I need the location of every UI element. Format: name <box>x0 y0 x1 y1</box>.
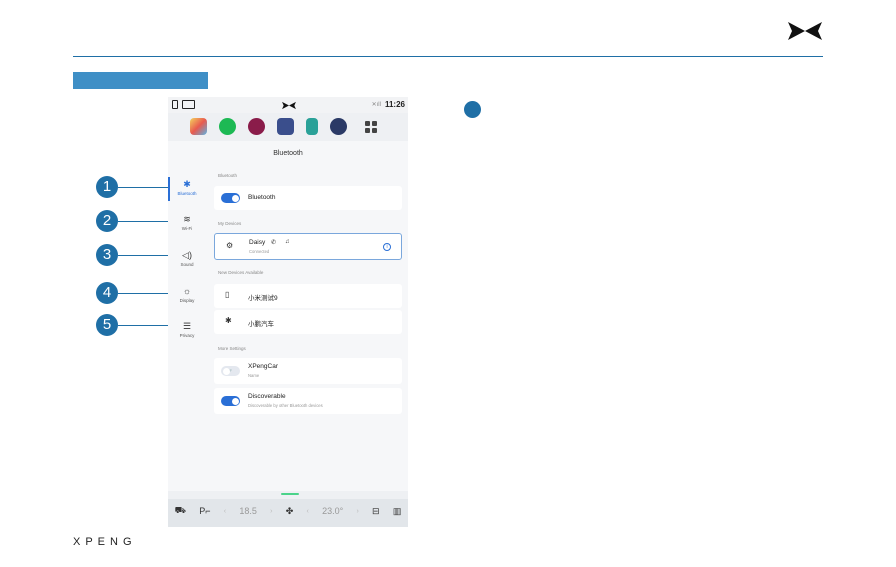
app-dock <box>190 118 377 135</box>
active-indicator <box>168 177 170 201</box>
section-label-more: More Settings <box>218 346 246 351</box>
device-status: Connected <box>249 249 270 254</box>
page-title: Bluetooth <box>273 150 303 157</box>
apps-grid-icon[interactable] <box>365 120 377 133</box>
discoverable-row[interactable]: Discoverable Discoverable by other Bluet… <box>214 388 402 414</box>
sidebar-item-bluetooth[interactable]: ✱ Bluetooth <box>168 177 206 201</box>
speaker-icon: ◁) <box>182 250 192 260</box>
phone-icon: ✆ <box>271 240 277 246</box>
temp-right-increase[interactable]: › <box>356 508 358 515</box>
footer-wordmark: XPENG <box>73 536 137 548</box>
signal-icon: ✕ıll <box>371 102 381 108</box>
callout-5: 5 <box>96 314 118 336</box>
xpeng-x-icon <box>788 22 822 40</box>
temp-left-decrease[interactable]: ‹ <box>224 508 226 515</box>
callout-3-line <box>118 255 168 256</box>
callout-3: 3 <box>96 244 118 266</box>
step-marker-dot <box>464 101 481 118</box>
sidebar-item-label: Wi-Fi <box>181 226 193 231</box>
device-screen: ✕ıll 11:26 Bluetooth ✱ Bluetooth ≋ Wi-Fi… <box>168 97 408 527</box>
sidebar-item-label: Privacy <box>179 333 195 338</box>
section-tab <box>73 72 208 89</box>
status-bar: ✕ıll 11:26 <box>168 97 408 113</box>
seat-icon[interactable]: P⌐ <box>199 506 210 516</box>
device-name: Daisy <box>249 239 266 246</box>
header-divider <box>73 56 823 57</box>
row-subtitle: Name <box>248 373 260 378</box>
spotify-app-icon[interactable] <box>219 118 236 135</box>
battery-icon <box>182 100 195 109</box>
callout-2: 2 <box>96 210 118 232</box>
status-indicator-icon <box>172 100 178 109</box>
document-icon: ☰ <box>182 321 192 331</box>
sidebar-item-display[interactable]: ☼ Display <box>168 286 206 303</box>
phone-device-icon: ▯ <box>225 290 230 299</box>
callout-1: 1 <box>96 176 118 198</box>
temp-left-increase[interactable]: › <box>270 508 272 515</box>
off-badge-text: OFF <box>224 368 232 373</box>
row-title: XPengCar <box>248 363 278 370</box>
sun-icon: ☼ <box>182 286 192 296</box>
info-icon[interactable]: i <box>383 243 391 251</box>
callout-1-line <box>118 187 168 188</box>
row-subtitle: Discoverable by other Bluetooth devices <box>248 403 323 408</box>
drawer-handle[interactable] <box>281 493 299 495</box>
bluetooth-icon: ✱ <box>183 179 191 189</box>
device-name: 小鹏汽车 <box>248 321 274 328</box>
fan-icon[interactable]: ✤ <box>286 506 294 517</box>
callout-4: 4 <box>96 282 118 304</box>
bluetooth-device-icon: ✱ <box>225 316 232 325</box>
phone-app-icon[interactable] <box>306 118 318 135</box>
left-temperature: 18.5 <box>239 506 257 516</box>
status-time: 11:26 <box>384 100 405 109</box>
right-temperature: 23.0° <box>322 506 344 516</box>
available-device-row[interactable]: ✱ 小鹏汽车 <box>214 310 402 334</box>
section-label-bluetooth: Bluetooth <box>218 173 238 178</box>
section-label-my-devices: My Devices <box>218 221 242 226</box>
camera-app-icon[interactable] <box>330 118 347 135</box>
callout-5-line <box>118 325 168 326</box>
bluetooth-toggle[interactable] <box>221 193 240 203</box>
sidebar-item-sound[interactable]: ◁) Sound <box>168 250 206 267</box>
row-title: Discoverable <box>248 393 286 400</box>
sidebar-item-privacy[interactable]: ☰ Privacy <box>168 321 206 338</box>
sidebar-item-label: Sound <box>180 262 194 267</box>
available-device-row[interactable]: ▯ 小米测试9 <box>214 284 402 308</box>
discoverable-toggle[interactable] <box>221 396 240 406</box>
device-name: 小米测试9 <box>248 295 278 302</box>
section-label-available: New Devices Available <box>218 270 264 275</box>
sidebar-item-label: Bluetooth <box>177 191 197 196</box>
music-app-icon[interactable] <box>248 118 265 135</box>
maps-app-icon[interactable] <box>190 118 207 135</box>
car-name-badge: OFF <box>221 366 240 376</box>
rear-defrost-icon[interactable]: ▥ <box>393 506 402 517</box>
car-name-row[interactable]: OFF XPengCar Name <box>214 358 402 384</box>
car-icon[interactable]: ⛟ <box>175 505 186 517</box>
wifi-icon: ≋ <box>183 214 191 224</box>
callout-2-line <box>118 221 168 222</box>
temp-right-decrease[interactable]: ‹ <box>306 508 308 515</box>
sidebar-item-label: Display <box>179 298 195 303</box>
xpeng-x-icon <box>282 101 296 110</box>
device-row-daisy[interactable]: ⚙ Daisy ✆ ♫ Connected i <box>214 233 402 260</box>
radio-app-icon[interactable] <box>277 118 294 135</box>
bluetooth-toggle-row[interactable]: Bluetooth <box>214 186 402 210</box>
device-settings-icon: ⚙ <box>226 241 234 250</box>
front-defrost-icon[interactable]: ⊟ <box>372 506 380 517</box>
callout-4-line <box>118 293 168 294</box>
row-title: Bluetooth <box>248 194 276 201</box>
headphones-icon: ♫ <box>285 239 290 245</box>
sidebar-item-wifi[interactable]: ≋ Wi-Fi <box>168 214 206 231</box>
